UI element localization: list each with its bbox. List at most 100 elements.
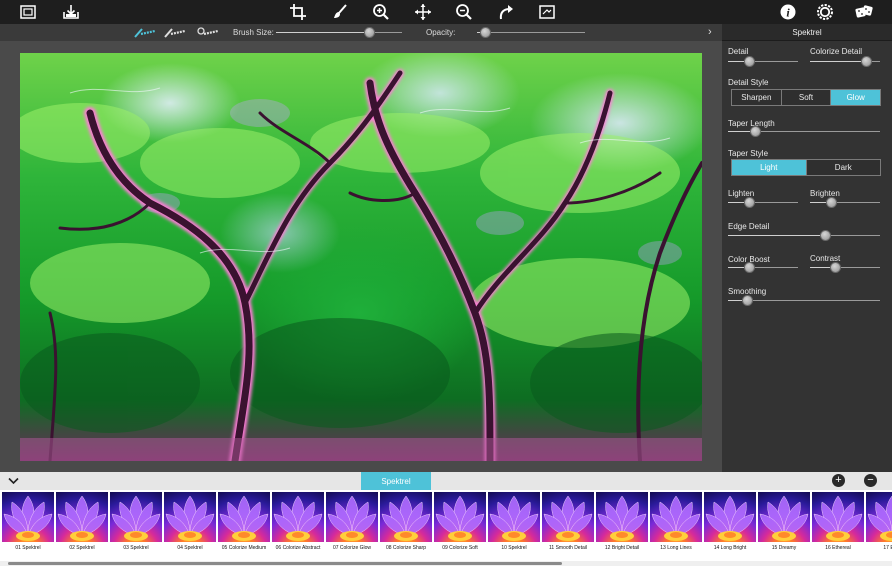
- smoothing-knob[interactable]: [742, 295, 754, 306]
- colorize-detail-knob[interactable]: [860, 56, 872, 67]
- preset-label: 08 Colorize Sharp: [385, 545, 427, 551]
- collapse-presets-chevron-icon[interactable]: [8, 477, 19, 485]
- preset-label: 13 Long Lines: [660, 545, 692, 551]
- brush-size-fill: [276, 32, 370, 33]
- edge-detail-knob[interactable]: [819, 230, 831, 241]
- remove-preset-icon[interactable]: −: [864, 474, 877, 487]
- forest-painting: [20, 69, 702, 461]
- pan-icon[interactable]: [412, 2, 434, 22]
- detail-track[interactable]: [728, 61, 798, 62]
- random-icon[interactable]: [853, 2, 875, 22]
- detail-style-option-sharpen[interactable]: Sharpen: [732, 90, 782, 105]
- brighten-knob[interactable]: [825, 197, 837, 208]
- collapse-panel-chevron-icon[interactable]: ›: [708, 26, 712, 38]
- preset-label: 17 Ethe: [883, 545, 892, 551]
- preset-thumbnail[interactable]: 06 Colorize Abstract: [272, 492, 324, 566]
- preset-filmstrip: 01 Spektrel 02 Spektrel 03 Spektrel 04 Spek…: [0, 490, 892, 566]
- preset-category-tab[interactable]: Spektrel: [361, 472, 431, 490]
- detail-style-label: Detail Style: [728, 78, 769, 87]
- crop-icon[interactable]: [287, 2, 309, 22]
- lighten-track[interactable]: [728, 202, 798, 203]
- taper-style-option-dark[interactable]: Dark: [806, 160, 880, 175]
- detail-knob[interactable]: [743, 56, 755, 67]
- preset-thumbnail[interactable]: 14 Long Bright: [704, 492, 756, 566]
- settings-icon[interactable]: [814, 2, 836, 22]
- preset-preview-image: [650, 492, 702, 542]
- fit-to-screen-icon[interactable]: [536, 2, 558, 22]
- detail-label: Detail: [728, 47, 749, 56]
- preset-thumbnail[interactable]: 09 Colorize Soft: [434, 492, 486, 566]
- taper-length-knob[interactable]: [749, 126, 761, 137]
- preset-preview-image: [272, 492, 324, 542]
- preset-thumbnail[interactable]: 05 Colorize Medium: [218, 492, 270, 566]
- preset-preview-image: [2, 492, 54, 542]
- zoom-in-icon[interactable]: [370, 2, 392, 22]
- edge-detail-label: Edge Detail: [728, 222, 770, 231]
- preset-preview-image: [326, 492, 378, 542]
- zoom-out-icon[interactable]: [453, 2, 475, 22]
- redo-icon[interactable]: [495, 2, 517, 22]
- preset-preview-image: [434, 492, 486, 542]
- preset-thumbnail[interactable]: 01 Spektrel: [2, 492, 54, 566]
- paint-brush-mode-icon[interactable]: [133, 26, 157, 39]
- lighten-knob[interactable]: [743, 197, 755, 208]
- filmstrip-scroll-thumb[interactable]: [8, 562, 562, 565]
- preset-thumbnail[interactable]: 03 Spektrel: [110, 492, 162, 566]
- add-preset-icon[interactable]: +: [832, 474, 845, 487]
- contrast-track[interactable]: [810, 267, 880, 268]
- preset-label: 11 Smooth Detail: [549, 545, 587, 551]
- preset-thumbnail[interactable]: 08 Colorize Sharp: [380, 492, 432, 566]
- erase-brush-mode-icon[interactable]: [163, 26, 187, 39]
- preset-thumbnail[interactable]: 04 Spektrel: [164, 492, 216, 566]
- preset-thumbnail[interactable]: 13 Long Lines: [650, 492, 702, 566]
- preset-label: 09 Colorize Soft: [442, 545, 478, 551]
- save-image-icon[interactable]: [60, 2, 82, 22]
- preview-image[interactable]: [20, 53, 702, 461]
- preset-label: 06 Colorize Abstract: [275, 545, 321, 551]
- preset-preview-image: [218, 492, 270, 542]
- top-toolbar: i: [0, 0, 892, 24]
- brighten-track[interactable]: [810, 202, 880, 203]
- preset-thumbnail[interactable]: 02 Spektrel: [56, 492, 108, 566]
- detail-style-option-soft[interactable]: Soft: [781, 90, 832, 105]
- preset-preview-image: [758, 492, 810, 542]
- open-image-icon[interactable]: [17, 2, 39, 22]
- brush-icon[interactable]: [329, 2, 351, 22]
- opacity-slider[interactable]: [477, 32, 585, 33]
- preset-thumbnail[interactable]: 10 Spektrel: [488, 492, 540, 566]
- preset-thumbnail[interactable]: 07 Colorize Glow: [326, 492, 378, 566]
- preset-thumbnail[interactable]: 11 Smooth Detail: [542, 492, 594, 566]
- preset-thumbnail[interactable]: 16 Ethereal: [812, 492, 864, 566]
- canvas-area: [0, 41, 722, 472]
- info-icon[interactable]: i: [777, 2, 799, 22]
- panel-title: Spektrel: [792, 28, 822, 37]
- preset-label: 01 Spektrel: [15, 545, 41, 551]
- preset-preview-image: [812, 492, 864, 542]
- brush-size-knob[interactable]: [363, 27, 375, 38]
- preset-label: 04 Spektrel: [177, 545, 203, 551]
- preset-preview-image: [380, 492, 432, 542]
- preset-thumbnail[interactable]: 17 Ethe: [866, 492, 892, 566]
- preset-label: 16 Ethereal: [825, 545, 851, 551]
- preset-label: 10 Spektrel: [501, 545, 527, 551]
- color-boost-track[interactable]: [728, 267, 798, 268]
- taper-style-selector[interactable]: Light Dark: [731, 159, 881, 176]
- color-boost-knob[interactable]: [743, 262, 755, 273]
- opacity-knob[interactable]: [480, 27, 492, 38]
- detail-style-selector[interactable]: Sharpen Soft Glow: [731, 89, 881, 106]
- panel-header: › Spektrel: [708, 24, 892, 41]
- preset-preview-image: [704, 492, 756, 542]
- contrast-knob[interactable]: [830, 262, 842, 273]
- preset-preview-image: [866, 492, 892, 542]
- brush-size-slider[interactable]: [276, 32, 402, 33]
- edge-detail-track[interactable]: [728, 235, 880, 236]
- preset-category-bar: Spektrel + −: [0, 472, 892, 490]
- brush-size-label: Brush Size:: [233, 28, 274, 37]
- preset-label: 03 Spektrel: [123, 545, 149, 551]
- preset-thumbnail[interactable]: 12 Bright Detail: [596, 492, 648, 566]
- reset-brush-mode-icon[interactable]: [196, 26, 220, 39]
- detail-style-option-glow[interactable]: Glow: [831, 90, 881, 105]
- taper-style-option-light[interactable]: Light: [732, 160, 807, 175]
- preset-label: 07 Colorize Glow: [332, 545, 372, 551]
- preset-thumbnail[interactable]: 15 Dreamy: [758, 492, 810, 566]
